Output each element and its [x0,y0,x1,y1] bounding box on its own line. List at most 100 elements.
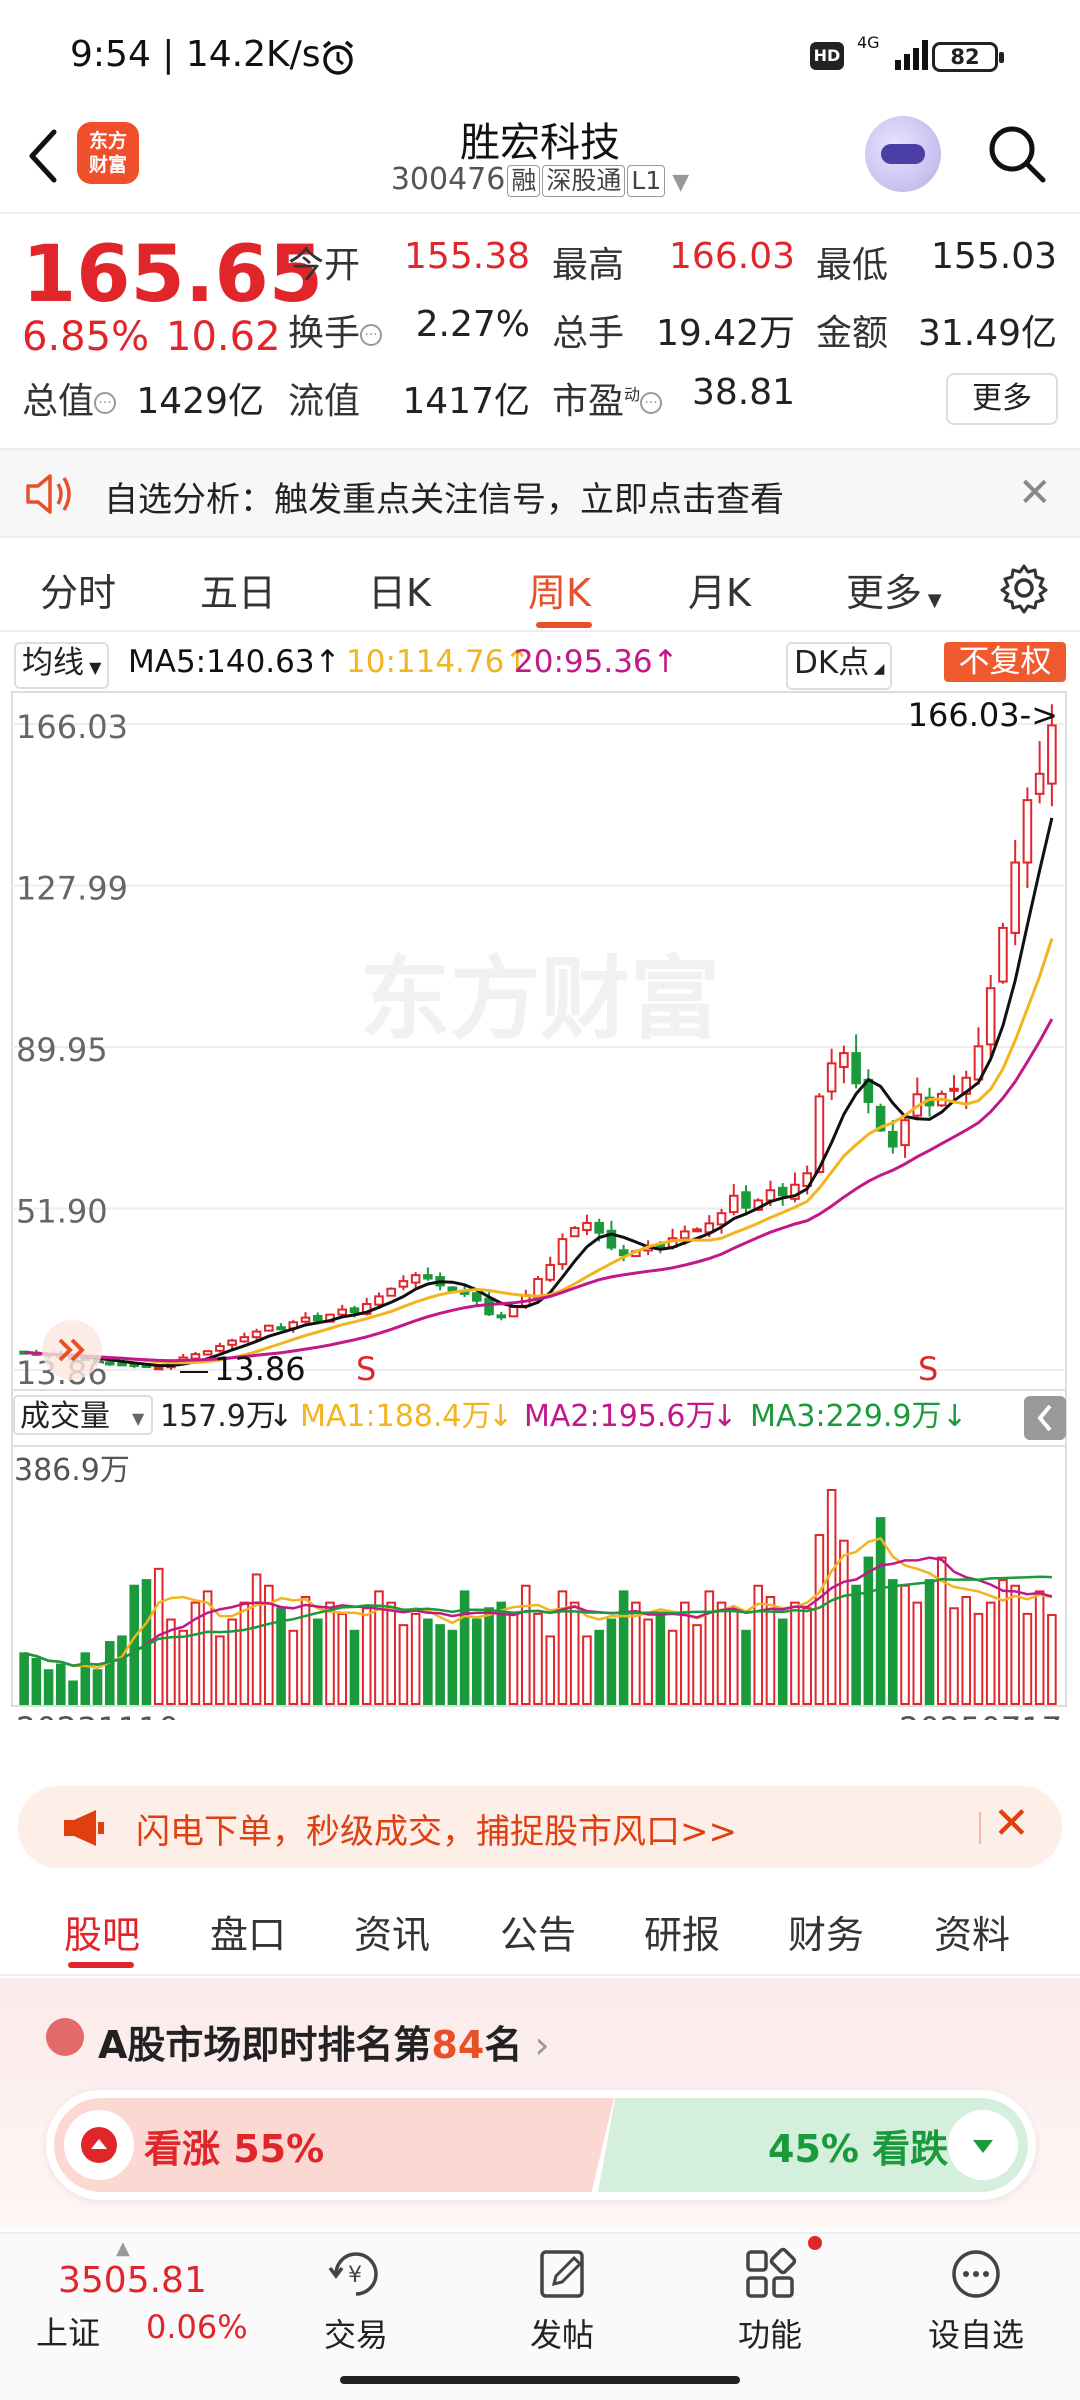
volume-bar [325,1601,335,1706]
volume-bar [875,1517,886,1705]
close-icon[interactable]: ✕ [993,1798,1030,1849]
candle [508,1306,519,1318]
close-icon[interactable]: ✕ [1018,470,1052,516]
candle [239,1336,250,1343]
volume-bar [447,1629,458,1706]
candle [276,1326,286,1331]
collapse-panel-button[interactable] [1024,1396,1066,1440]
volume-bar [410,1612,421,1705]
float-label: 流值 [288,381,361,422]
search-icon[interactable] [985,122,1049,186]
svg-text:↓: ↓ [488,1399,513,1434]
rank-title[interactable]: A股市场即时排名第84名 › [98,2014,550,2069]
notice-bar[interactable]: 自选分析：触发重点关注信号，立即点击查看 ✕ [0,448,1080,538]
promo-banner[interactable]: 闪电下单，秒级成交，捕捉股市风口>> ✕ [18,1786,1062,1868]
high-label: 最高 [552,245,625,286]
change-amount: 10.62 [166,314,281,360]
candle [594,1221,604,1234]
vote-bar: 看涨 55% 45% 看跌 [46,2090,1036,2200]
volume-bar [741,1629,751,1706]
svg-text:↓: ↓ [712,1399,737,1434]
volume-bar [582,1635,592,1706]
tab-financials[interactable]: 财务 [788,1904,864,1959]
volume-bar [92,1669,103,1705]
gear-icon[interactable] [998,562,1050,614]
volume-bar [704,1590,715,1705]
tab-five-day[interactable]: 五日 [200,562,276,617]
tab-monthly-k[interactable]: 月K [688,562,751,617]
turnover-label[interactable]: 换手 ··· [288,304,383,356]
ma-legend: 均线 ▼ MA5:140.63↑ 10:114.76↑ 20:95.36↑ DK… [0,640,1080,690]
volume-label: 总手 [552,313,625,354]
tab-news[interactable]: 资讯 [354,1904,430,1959]
info-icon: ··· [94,392,117,414]
volume-bar [692,1624,702,1705]
more-dots-icon [952,2250,1000,2298]
svg-text:↓: ↓ [268,1399,293,1434]
pe-value: 38.81 [691,372,795,413]
mcap-label[interactable]: 总值 ··· [22,372,117,424]
home-indicator [340,2376,740,2384]
expand-arrows-icon[interactable] [42,1320,102,1380]
more-button[interactable]: 更多 [946,373,1058,425]
nav-trade[interactable]: ¥ 交易 [286,2246,426,2356]
hd-icon: HD [810,42,844,70]
candle [741,1191,751,1209]
tab-announcements[interactable]: 公告 [500,1904,576,1959]
volume-bar [459,1590,470,1705]
notice-text: 自选分析：触发重点关注信号，立即点击查看 [104,480,784,520]
stock-name: 胜宏科技 [460,120,620,166]
candle [153,1366,164,1371]
nav-functions[interactable]: 功能 [700,2246,840,2356]
tab-daily-k[interactable]: 日K [368,562,431,617]
volume-bar [949,1607,959,1706]
tab-orderbook[interactable]: 盘口 [210,1904,286,1959]
adjust-button[interactable]: 不复权 [944,642,1066,682]
tab-weekly-k[interactable]: 周K [528,562,591,617]
candle [472,1292,482,1302]
tab-research[interactable]: 研报 [644,1904,720,1959]
turnover-value: 2.27% [415,304,530,345]
bullish-area[interactable] [54,2098,614,2192]
candle [998,926,1008,983]
candle [777,1186,788,1197]
vote-down-button[interactable] [948,2110,1018,2180]
vote-up-button[interactable] [64,2110,134,2180]
back-arrow-icon[interactable] [24,124,64,188]
triangle-down-icon [973,2140,993,2153]
candle [545,1263,556,1281]
stock-code: 300476 [390,162,506,197]
volume-bar [728,1607,739,1706]
nav-post[interactable]: 发帖 [492,2246,632,2356]
megaphone-icon [64,1810,104,1846]
candle [227,1339,237,1346]
volume-bar [288,1629,299,1706]
candle [557,1238,568,1266]
kline-chart[interactable]: 东方财富 166.03 127.99 89.95 51.90 13.86 166.03-… [0,690,1080,1720]
tab-intraday[interactable]: 分时 [40,562,116,617]
nav-add-watchlist[interactable]: 设自选 [906,2246,1046,2356]
stock-code-line[interactable]: 300476 融深股通 L1 ▼ [340,162,740,197]
float-value: 1417亿 [402,381,530,422]
dk-point-selector[interactable]: DK点 ◢ [786,642,893,690]
amount-label: 金额 [816,313,889,354]
candle [349,1307,360,1314]
volume-bar [1034,1590,1045,1705]
tab-more[interactable]: 更多 ▼ [846,562,942,617]
candle [251,1330,262,1339]
high-marker: 166.03-> [908,696,1058,734]
tab-profile[interactable]: 资料 [934,1904,1010,1959]
candle [484,1297,494,1316]
volume-bar [924,1579,935,1706]
index-name: 上证 [36,2314,101,2352]
tag-connect: 深股通 [542,165,626,197]
candle [728,1194,739,1214]
mcap-value: 1429亿 [136,381,264,422]
tab-forum[interactable]: 股吧 [64,1904,140,1959]
indicator-selector[interactable]: 均线 ▼ [14,642,110,689]
volume-label: 成交量 [20,1399,110,1434]
volume-bar [386,1601,396,1706]
pe-label[interactable]: 市盈动 ··· [552,372,663,424]
assistant-robot-icon[interactable] [865,116,941,192]
volume-bar [312,1618,323,1705]
